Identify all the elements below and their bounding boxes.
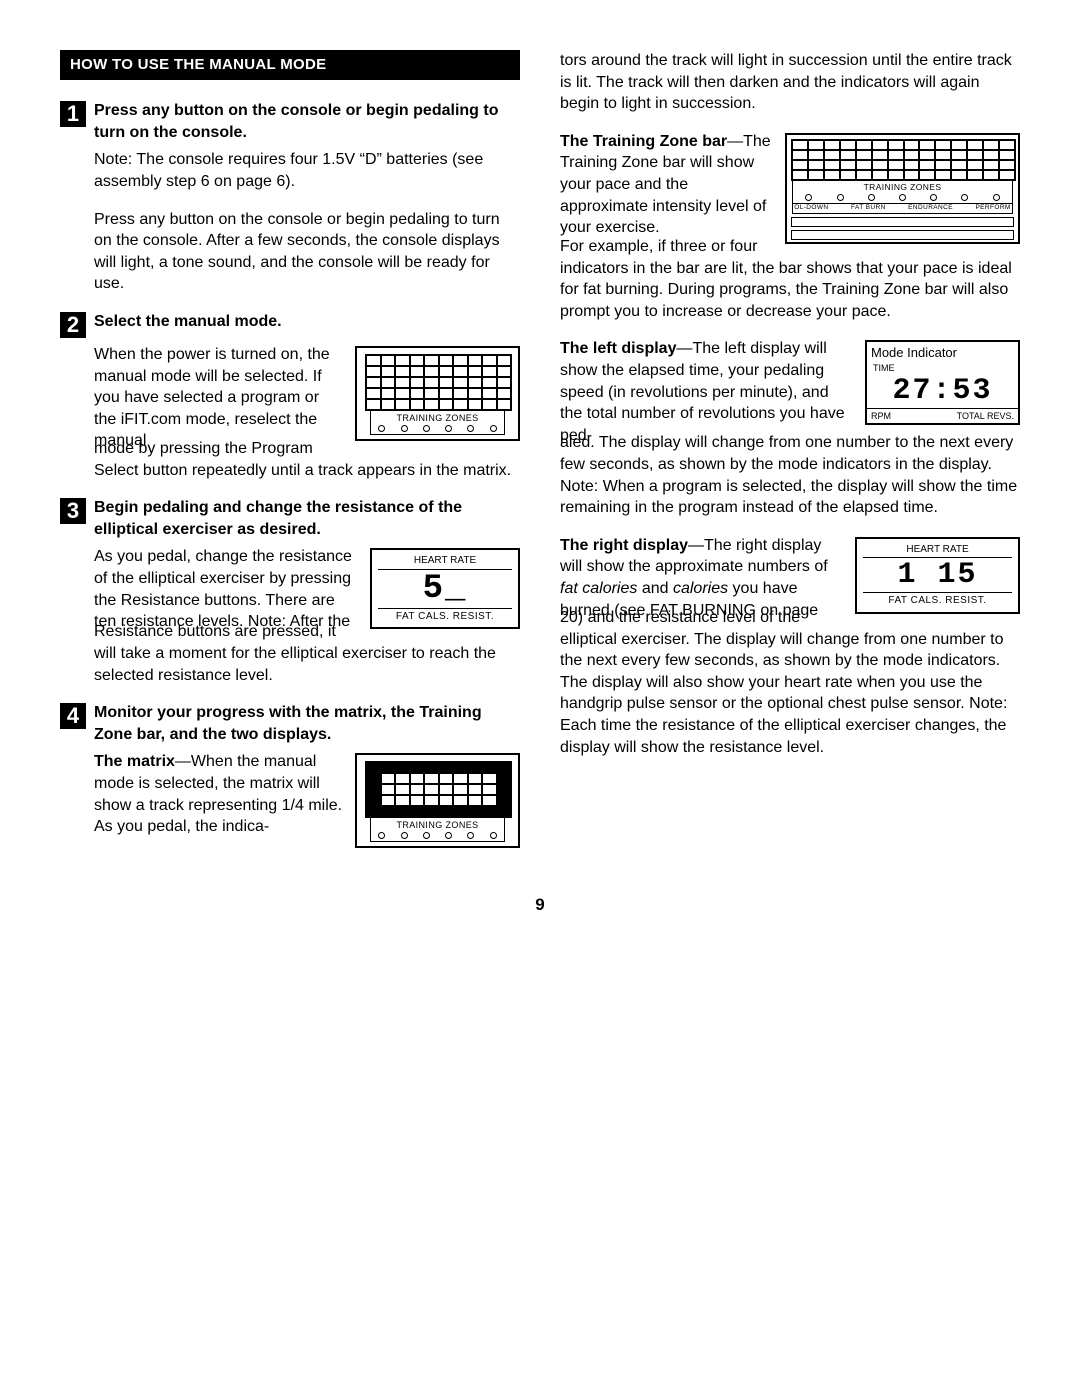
- matrix-grid-icon: [365, 761, 512, 818]
- body-text: Resistance buttons are pressed, it will …: [94, 621, 520, 686]
- step-title: Press any button on the console or begin…: [94, 100, 520, 143]
- matrix-display-figure: TRAINING ZONES: [355, 346, 520, 441]
- step-1: 1 Press any button on the console or beg…: [60, 100, 520, 143]
- segment-value: 27:53: [867, 374, 1018, 408]
- italic-text: calories: [673, 580, 728, 597]
- mode-indicator-label: Mode Indicator: [867, 342, 1018, 362]
- zone-sublabels: OL-DOWN FAT BURN ENDURANCE PERFORM: [793, 203, 1012, 213]
- label-text: TRAINING ZONES: [396, 820, 478, 830]
- step-number-badge: 1: [60, 101, 86, 127]
- segment-value: 5_: [378, 570, 512, 608]
- label-text: TOTAL REVS.: [957, 410, 1014, 422]
- body-text: and: [637, 580, 673, 597]
- matrix-grid-icon: [791, 139, 1016, 181]
- label-text: HEART RATE: [863, 543, 1012, 559]
- zone-dots-icon: [793, 194, 1012, 203]
- training-zones-label: TRAINING ZONES: [370, 818, 505, 842]
- section-header: HOW TO USE THE MANUAL MODE: [60, 50, 520, 80]
- training-zone-section: TRAINING ZONES OL-DOWN FAT BURN ENDURANC…: [560, 131, 1020, 250]
- label-text: FAT CALS. RESIST.: [863, 592, 1012, 608]
- page-number: 9: [60, 894, 1020, 917]
- heart-rate-display-figure: HEART RATE 5_ FAT CALS. RESIST.: [370, 548, 520, 629]
- time-label: TIME: [867, 362, 1018, 374]
- step-body: TRAINING ZONES The matrix—When the manua…: [94, 751, 520, 854]
- italic-text: fat calories: [560, 580, 637, 597]
- matrix-display-figure: TRAINING ZONES: [355, 753, 520, 848]
- blank-strip: [791, 217, 1014, 227]
- label-text: HEART RATE: [378, 554, 512, 570]
- step-body: TRAINING ZONES When the power is turned …: [94, 344, 520, 452]
- blank-strip: [791, 230, 1014, 240]
- left-display-section: Mode Indicator TIME 27:53 RPM TOTAL REVS…: [560, 338, 1020, 446]
- step-number-badge: 3: [60, 498, 86, 524]
- body-text: mode by pressing the Program Select butt…: [94, 438, 520, 481]
- label-text: FAT CALS. RESIST.: [378, 608, 512, 624]
- body-text: Note: The console requires four 1.5V “D”…: [94, 149, 520, 192]
- body-text: Press any button on the console or begin…: [94, 209, 520, 295]
- body-text: As you pedal, change the resistance of t…: [94, 548, 352, 630]
- label-text: TRAINING ZONES: [864, 182, 942, 192]
- segment-value: 1 15: [863, 558, 1012, 592]
- label-text: ENDURANCE: [908, 204, 953, 213]
- label-text: OL-DOWN: [794, 204, 828, 213]
- body-text: aled. The display will change from one n…: [560, 432, 1020, 518]
- lead-text: The Training Zone bar: [560, 133, 727, 150]
- label-text: PERFORM: [975, 204, 1010, 213]
- left-display-figure: Mode Indicator TIME 27:53 RPM TOTAL REVS…: [865, 340, 1020, 425]
- step-2: 2 Select the manual mode.: [60, 311, 520, 338]
- zone-dots-icon: [371, 832, 504, 841]
- label-text: FAT BURN: [851, 204, 886, 213]
- step-number-badge: 4: [60, 703, 86, 729]
- label-text: TRAINING ZONES: [396, 413, 478, 423]
- step-number-badge: 2: [60, 312, 86, 338]
- right-display-figure: HEART RATE 1 15 FAT CALS. RESIST.: [855, 537, 1020, 614]
- step-title: Begin pedaling and change the resistance…: [94, 497, 520, 540]
- lead-text: The matrix: [94, 753, 175, 770]
- zone-dots-icon: [371, 425, 504, 434]
- page-columns: HOW TO USE THE MANUAL MODE 1 Press any b…: [60, 50, 1020, 854]
- label-text: RPM: [871, 410, 891, 422]
- matrix-grid-icon: [365, 354, 512, 411]
- body-text: tors around the track will light in succ…: [560, 50, 1020, 115]
- step-title: Select the manual mode.: [94, 311, 282, 333]
- step-title: Monitor your progress with the matrix, t…: [94, 702, 520, 745]
- lead-text: The left display: [560, 340, 676, 357]
- body-text: When the power is turned on, the manual …: [94, 346, 330, 449]
- right-column: tors around the track will light in succ…: [560, 50, 1020, 854]
- body-text: For example, if three or four indicators…: [560, 236, 1020, 322]
- training-zones-label: TRAINING ZONES OL-DOWN FAT BURN ENDURANC…: [792, 181, 1013, 214]
- body-text: 20) and the resistance level of the elli…: [560, 607, 1020, 758]
- step-4: 4 Monitor your progress with the matrix,…: [60, 702, 520, 745]
- training-zones-label: TRAINING ZONES: [370, 411, 505, 435]
- bottom-labels: RPM TOTAL REVS.: [867, 408, 1018, 423]
- lead-text: The right display: [560, 537, 688, 554]
- left-column: HOW TO USE THE MANUAL MODE 1 Press any b…: [60, 50, 520, 854]
- training-zone-figure: TRAINING ZONES OL-DOWN FAT BURN ENDURANC…: [785, 133, 1020, 244]
- step-3: 3 Begin pedaling and change the resistan…: [60, 497, 520, 540]
